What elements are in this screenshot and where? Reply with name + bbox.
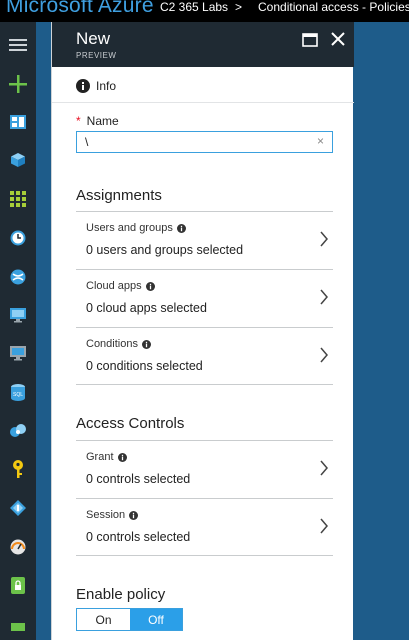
cube-icon[interactable] — [4, 146, 32, 174]
enable-policy-heading: Enable policy — [76, 586, 166, 603]
info-icon[interactable] — [141, 339, 151, 349]
globe-icon[interactable] — [4, 263, 32, 291]
row-label: Conditions — [86, 338, 138, 350]
brand-logo[interactable]: Microsoft Azure — [6, 0, 154, 18]
divider — [52, 102, 354, 103]
row-value: 0 conditions selected — [86, 359, 203, 373]
left-nav-rail: SQL — [0, 22, 36, 640]
chevron-right-icon — [320, 231, 328, 247]
cosmos-icon[interactable] — [4, 417, 32, 445]
maximize-icon[interactable] — [302, 33, 318, 47]
gauge-icon[interactable] — [4, 533, 32, 561]
chevron-right-icon: > — [235, 0, 243, 14]
svg-text:SQL: SQL — [13, 392, 23, 398]
row-value: 0 controls selected — [86, 530, 191, 544]
chevron-right-icon — [320, 518, 328, 534]
conditions-row[interactable]: Conditions 0 conditions selected — [76, 327, 333, 385]
all-resources-icon[interactable] — [4, 185, 32, 213]
chevron-right-icon — [320, 289, 328, 305]
name-label: * Name — [76, 114, 119, 128]
partial-icon[interactable] — [4, 612, 32, 640]
info-icon[interactable] — [176, 223, 186, 233]
name-field[interactable]: × — [76, 131, 333, 153]
assignments-heading: Assignments — [76, 187, 162, 204]
session-row[interactable]: Session 0 controls selected — [76, 498, 333, 556]
tenant-name[interactable]: C2 365 Labs — [160, 0, 228, 14]
required-marker: * — [76, 114, 81, 128]
info-icon[interactable] — [145, 281, 155, 291]
name-label-text: Name — [86, 114, 119, 128]
blade-header: New PREVIEW — [52, 22, 354, 67]
grant-row[interactable]: Grant 0 controls selected — [76, 440, 333, 498]
row-value: 0 users and groups selected — [86, 243, 244, 257]
breadcrumb[interactable]: Conditional access - Policies — [258, 0, 409, 14]
row-value: 0 cloud apps selected — [86, 301, 207, 315]
info-label: Info — [96, 79, 117, 93]
chevron-right-icon — [320, 347, 328, 363]
name-input[interactable] — [85, 134, 305, 150]
key-icon[interactable] — [4, 455, 32, 483]
row-value: 0 controls selected — [86, 472, 191, 486]
clear-icon[interactable]: × — [317, 134, 324, 148]
clock-icon[interactable] — [4, 224, 32, 252]
diamond-icon[interactable] — [4, 494, 32, 522]
dashboard-icon[interactable] — [4, 108, 32, 136]
new-policy-blade: New PREVIEW Info * Name × Assignments Use… — [51, 22, 354, 640]
toggle-off-option[interactable]: Off — [130, 609, 182, 630]
info-icon[interactable] — [129, 510, 139, 520]
toggle-on-option[interactable]: On — [77, 609, 130, 630]
blade-subtitle: PREVIEW — [76, 51, 117, 60]
sql-icon[interactable]: SQL — [4, 378, 32, 406]
blade-title: New — [76, 29, 111, 48]
cloud-apps-row[interactable]: Cloud apps 0 cloud apps selected — [76, 269, 333, 327]
plus-icon[interactable] — [4, 70, 32, 98]
monitor-icon[interactable] — [4, 339, 32, 367]
close-icon[interactable] — [330, 31, 346, 47]
info-button[interactable]: Info — [76, 77, 116, 95]
row-label: Session — [86, 509, 126, 521]
security-icon[interactable] — [4, 571, 32, 599]
virtual-machine-icon[interactable] — [4, 301, 32, 329]
row-label: Grant — [86, 451, 114, 463]
row-label: Cloud apps — [86, 280, 142, 292]
enable-policy-toggle[interactable]: On Off — [76, 608, 183, 631]
access-controls-heading: Access Controls — [76, 415, 185, 432]
chevron-right-icon — [320, 460, 328, 476]
row-label: Users and groups — [86, 222, 173, 234]
info-icon — [76, 79, 90, 93]
hamburger-icon[interactable] — [4, 31, 32, 59]
top-bar: Microsoft Azure C2 365 Labs > Conditiona… — [0, 0, 409, 22]
users-and-groups-row[interactable]: Users and groups 0 users and groups sele… — [76, 211, 333, 269]
info-icon[interactable] — [117, 452, 127, 462]
